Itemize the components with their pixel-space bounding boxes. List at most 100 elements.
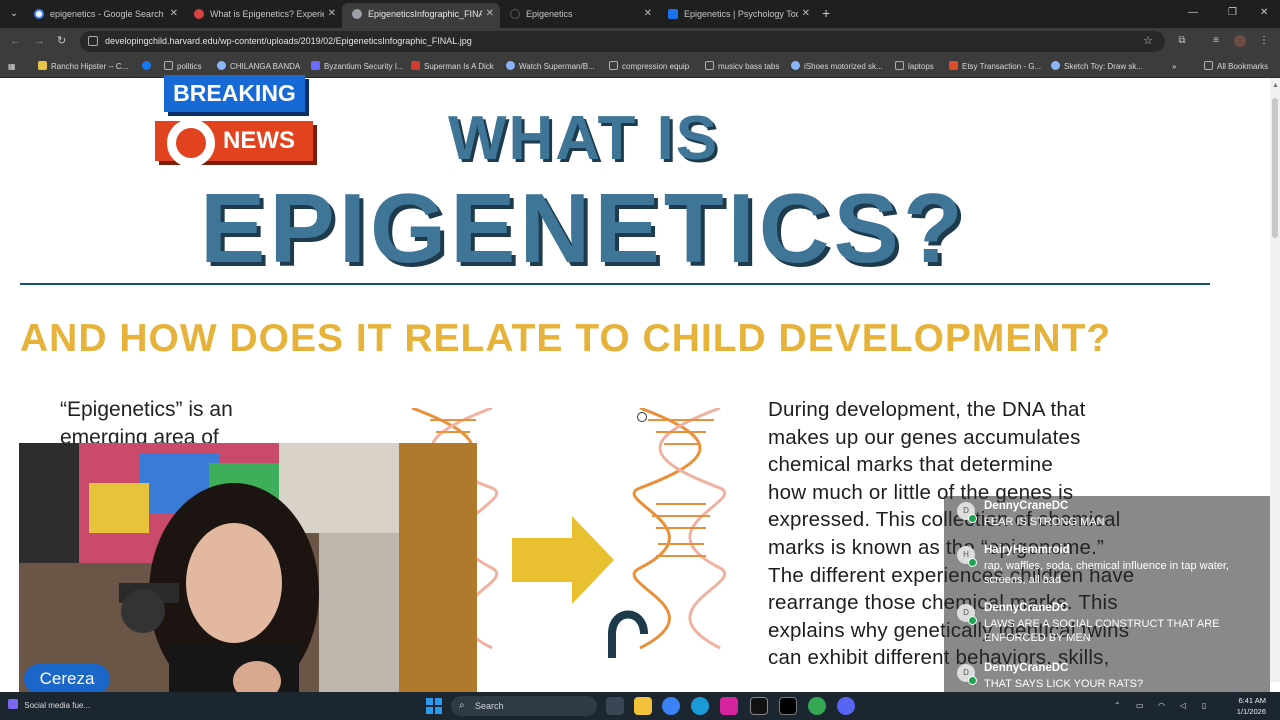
bookmark-label: laptops [908, 62, 934, 71]
tab-psychology-today[interactable]: Epigenetics | Psychology Today ✕ [658, 3, 816, 25]
moderator-badge-icon [968, 514, 977, 523]
chat-username: HairyHemmroid [984, 544, 1070, 556]
moderator-badge-icon [968, 558, 977, 567]
vertical-scrollbar[interactable]: ▲ [1270, 78, 1280, 682]
forward-icon[interactable]: → [34, 33, 45, 49]
tab-infographic-active[interactable]: EpigeneticsInfographic_FINAL.jp ✕ [342, 3, 500, 28]
close-tab-icon[interactable]: ✕ [170, 3, 178, 25]
taskbar-search[interactable]: ⌕ Search [451, 696, 597, 716]
paragraph-line: makes up our genes accumulates [768, 425, 1081, 449]
file-explorer-icon[interactable] [634, 697, 652, 715]
scroll-up-icon[interactable]: ▲ [1272, 82, 1279, 89]
bookmark-item[interactable]: Byzantium Security I... [311, 55, 403, 78]
facebook-bookmark[interactable] [142, 55, 156, 78]
widget-icon [8, 699, 18, 709]
extensions-icon[interactable]: ⧉ [1176, 35, 1188, 47]
x-icon[interactable] [779, 697, 797, 715]
bookmark-item[interactable]: Etsy Transaction - G... [949, 55, 1041, 78]
news-widget[interactable]: Social media fue... [8, 692, 90, 720]
streamer-name-tag: Cereza [24, 664, 110, 694]
site-info-icon[interactable] [88, 36, 98, 46]
scrollbar-thumb[interactable] [1272, 98, 1278, 238]
bookmark-label: CHILANGA BANDA [230, 62, 301, 71]
bookmark-item[interactable]: Superman Is A Dick [411, 55, 499, 78]
chat-message: H HairyHemmroid rap, waffles, soda, chem… [944, 544, 1270, 594]
maximize-icon[interactable]: ❐ [1228, 4, 1237, 22]
new-tab-button[interactable]: + [822, 4, 830, 22]
paragraph-line: During development, the DNA that [768, 398, 1086, 421]
google-icon [34, 9, 44, 19]
screen: ⌄ epigenetics - Google Search ✕ What is … [0, 0, 1280, 720]
close-tab-icon[interactable]: ✕ [644, 3, 652, 25]
bookmark-favicon-icon [38, 61, 47, 70]
globe-icon [167, 119, 215, 167]
apps-grid-icon[interactable]: ▦ [8, 55, 20, 78]
amazon-icon[interactable] [750, 697, 768, 715]
reload-icon[interactable]: ↻ [57, 33, 66, 49]
site-favicon-icon [510, 9, 520, 19]
instagram-icon[interactable] [720, 697, 738, 715]
tab-epigenetics[interactable]: Epigenetics ✕ [500, 3, 658, 25]
folder-icon [705, 61, 714, 70]
image-favicon-icon [352, 9, 362, 19]
close-tab-icon[interactable]: ✕ [802, 3, 810, 25]
minimize-icon[interactable]: — [1188, 4, 1198, 22]
dna-helix-right [632, 408, 727, 650]
browser-toolbar: ← → ↻ developingchild.harvard.edu/wp-con… [0, 28, 1280, 55]
moderator-badge-icon [968, 616, 977, 625]
webcam-image [19, 443, 477, 701]
tab-search-chevron-icon[interactable]: ⌄ [6, 6, 22, 22]
system-clock[interactable]: 6:41 AM 1/1/2026 [1237, 695, 1266, 717]
close-tab-icon[interactable]: ✕ [486, 3, 494, 25]
all-bookmarks-label: All Bookmarks [1217, 62, 1269, 71]
windows-start-icon[interactable] [426, 698, 442, 714]
facebook-icon [142, 61, 151, 70]
bookmark-star-icon[interactable]: ☆ [1143, 31, 1153, 52]
task-view-icon[interactable] [606, 697, 624, 715]
chat-text: rap, waffles, soda, chemical influence i… [984, 560, 1229, 586]
edge-icon[interactable] [691, 697, 709, 715]
media-controls-icon[interactable]: ≡ [1210, 35, 1222, 47]
back-icon[interactable]: ← [10, 33, 21, 49]
bookmark-folder[interactable]: compression equip [609, 55, 697, 78]
bookmark-item[interactable]: Sketch Toy: Draw sk... [1051, 55, 1145, 78]
discord-icon[interactable] [837, 697, 855, 715]
zoom-cursor-icon [637, 412, 647, 422]
clock-time: 6:41 AM [1238, 696, 1266, 705]
bookmark-folder[interactable]: laptops [895, 55, 939, 78]
address-bar[interactable]: developingchild.harvard.edu/wp-content/u… [80, 31, 1165, 52]
divider [20, 283, 1210, 285]
bookmark-item[interactable]: Watch Superman/B... [506, 55, 598, 78]
search-icon: ⌕ [459, 700, 465, 711]
tab-what-is-epigenetics[interactable]: What is Epigenetics? Experience ✕ [184, 3, 342, 25]
tab-google-search[interactable]: epigenetics - Google Search ✕ [24, 3, 184, 25]
more-bookmarks-chevron-icon[interactable]: » [1172, 55, 1182, 78]
news-badge: NEWS [155, 119, 313, 167]
close-window-icon[interactable]: ✕ [1260, 4, 1268, 22]
all-bookmarks-button[interactable]: All Bookmarks [1204, 55, 1276, 78]
bookmark-item[interactable]: Rancho Hipster -- C... [38, 55, 138, 78]
folder-icon [1204, 61, 1213, 70]
bookmark-label: musicv bass tabs [718, 62, 780, 71]
tab-title: epigenetics - Google Search [50, 9, 164, 19]
tab-title: Epigenetics [526, 9, 573, 19]
webcam-feed [19, 443, 477, 701]
bookmark-folder[interactable]: musicv bass tabs [705, 55, 783, 78]
url-text: developingchild.harvard.edu/wp-content/u… [105, 36, 472, 46]
tray-chevron-icon[interactable]: ⌃ [1114, 692, 1121, 720]
battery-icon[interactable]: ▯ [1202, 692, 1206, 720]
wifi-icon[interactable]: ◠ [1158, 692, 1165, 720]
etsy-icon [949, 61, 958, 70]
tab-title: What is Epigenetics? Experience [210, 9, 324, 19]
copilot-icon[interactable] [662, 697, 680, 715]
chrome-icon[interactable] [808, 697, 826, 715]
volume-icon[interactable]: ◁ [1180, 692, 1186, 720]
bookmark-label: Byzantium Security I... [324, 62, 403, 71]
network-icon[interactable]: ▭ [1136, 692, 1144, 720]
breaking-badge: BREAKING [164, 75, 305, 112]
menu-kebab-icon[interactable]: ⋮ [1258, 35, 1270, 47]
infographic-subtitle: AND HOW DOES IT RELATE TO CHILD DEVELOPM… [20, 317, 1112, 360]
close-tab-icon[interactable]: ✕ [328, 3, 336, 25]
bookmark-item[interactable]: iShoes motorized sk... [791, 55, 885, 78]
profile-avatar-icon[interactable] [1234, 35, 1246, 47]
